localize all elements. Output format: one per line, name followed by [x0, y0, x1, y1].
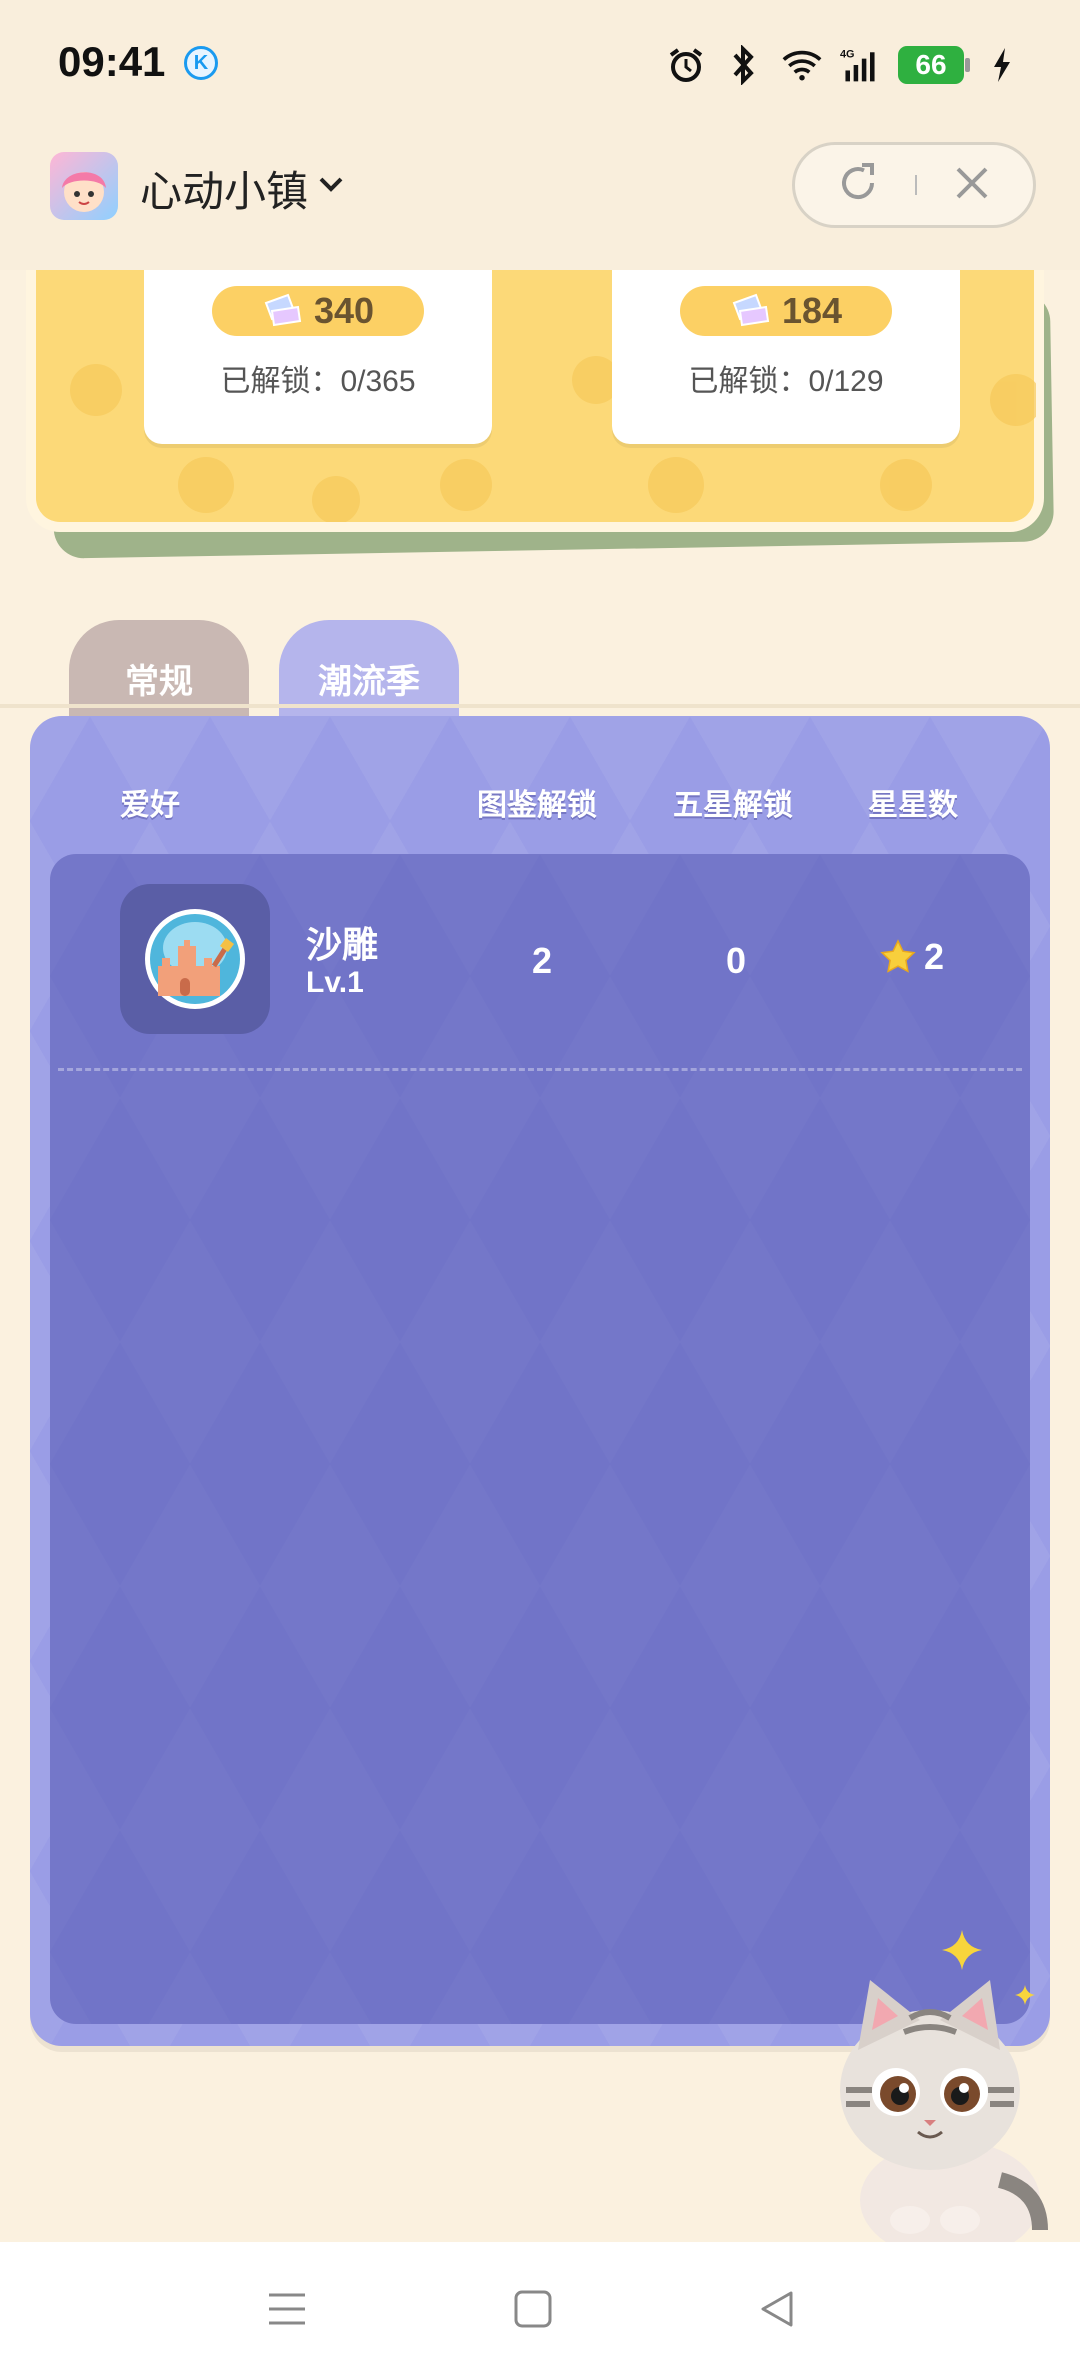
- summary-card-season: 184 已解锁：0/129: [612, 270, 960, 444]
- hobby-table-panel: 爱好 图鉴解锁 五星解锁 星星数 沙雕 Lv.1 2 0 2: [30, 716, 1050, 2046]
- tab-divider: [0, 704, 1080, 708]
- status-time: 09:41: [58, 38, 166, 85]
- back-icon[interactable]: [754, 2286, 800, 2332]
- sandcastle-icon: [120, 884, 270, 1034]
- hobby-name: 沙雕: [306, 924, 379, 965]
- mini-program-capsule: [792, 142, 1036, 228]
- app-avatar-icon[interactable]: [50, 152, 118, 220]
- hobby-level: Lv.1: [306, 966, 364, 999]
- charging-icon: [982, 45, 1022, 85]
- header-stars: 星星数: [868, 789, 958, 822]
- ticket-icon: [732, 293, 770, 327]
- k-app-badge-icon: K: [184, 46, 218, 80]
- alarm-icon: [666, 45, 706, 85]
- row-divider: [58, 1068, 1022, 1071]
- star-count: 2: [880, 936, 944, 978]
- star-count-value: 2: [924, 936, 945, 977]
- sparkle-icon: [942, 1930, 982, 1970]
- header-hobby: 爱好: [120, 789, 180, 822]
- capsule-divider: [914, 175, 917, 195]
- hobby-list[interactable]: 沙雕 Lv.1 2 0 2: [50, 854, 1030, 2024]
- title-bar: 心动小镇: [0, 130, 1080, 270]
- svg-text:4G: 4G: [840, 49, 855, 61]
- dex-unlock-count: 2: [532, 940, 553, 981]
- star-icon: [880, 939, 916, 973]
- bluetooth-icon: [724, 45, 764, 85]
- stat-pill: 340: [212, 286, 424, 336]
- menu-icon[interactable]: [264, 2286, 310, 2332]
- status-icons: 4G 66: [666, 40, 1022, 90]
- signal-4g-icon: 4G: [840, 45, 880, 85]
- header-dex-unlock: 图鉴解锁: [477, 789, 597, 822]
- refresh-icon[interactable]: [836, 161, 880, 210]
- battery-indicator: 66: [898, 46, 970, 84]
- stat-pill: 184: [680, 286, 892, 336]
- ticket-icon: [264, 293, 302, 327]
- wifi-icon: [782, 45, 822, 85]
- summary-card-regular: 340 已解锁：0/365: [144, 270, 492, 444]
- unlock-progress-label: 已解锁：0/365: [220, 365, 416, 398]
- dropdown-chevron-icon[interactable]: [318, 174, 344, 199]
- close-icon[interactable]: [952, 163, 992, 208]
- table-row[interactable]: 沙雕 Lv.1 2 0 2: [50, 854, 1030, 1068]
- cat-mascot-icon: [840, 1980, 1048, 2250]
- header-five-star-unlock: 五星解锁: [673, 789, 793, 822]
- stat-value: 184: [781, 290, 843, 331]
- status-bar: 09:41 K 4G 66: [0, 0, 1080, 130]
- system-navigation-bar: [0, 2242, 1080, 2376]
- app-title[interactable]: 心动小镇: [140, 158, 308, 219]
- home-icon[interactable]: [510, 2286, 556, 2332]
- five-star-unlock-count: 0: [726, 940, 747, 981]
- unlock-progress-label: 已解锁：0/129: [688, 365, 884, 398]
- stat-value: 340: [313, 290, 375, 331]
